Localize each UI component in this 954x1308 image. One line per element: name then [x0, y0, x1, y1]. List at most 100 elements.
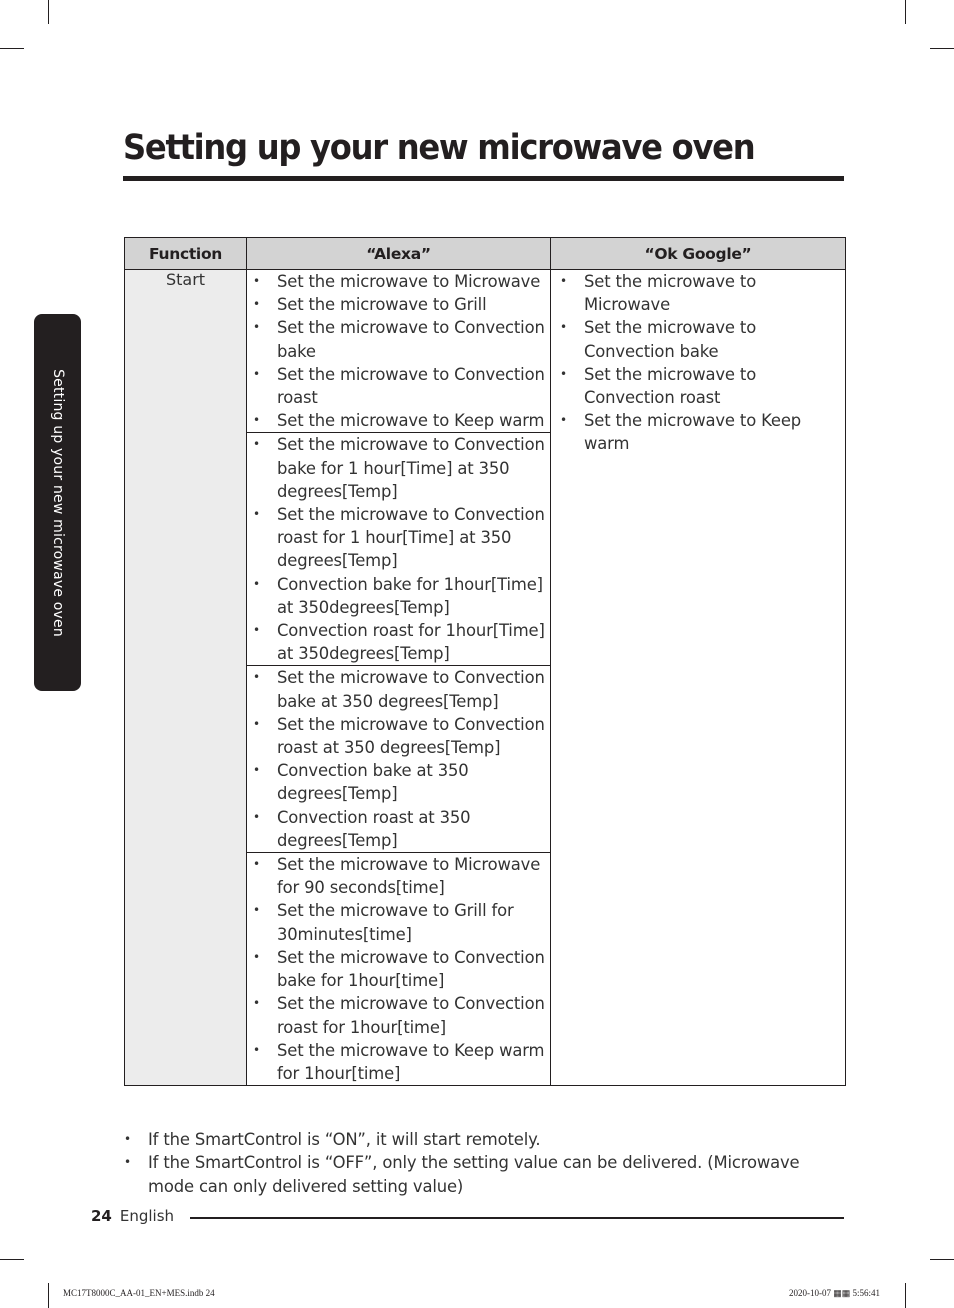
- list-item: • Set the microwave to Convection bake fo…: [247, 433, 550, 503]
- function-cell: Start: [124, 268, 247, 1087]
- list-item-text: Set the microwave to Keep warm for 1hour…: [277, 1040, 545, 1083]
- list-item-text: Set the microwave to Convection bake for…: [277, 435, 545, 501]
- bullet-icon: •: [253, 576, 260, 591]
- crop-mark: [905, 0, 906, 24]
- list-item: • Set the microwave to Grill for 30minute…: [247, 899, 550, 945]
- table-header-row: Function “Alexa” “Ok Google”: [124, 237, 846, 270]
- bullet-icon: •: [253, 809, 260, 824]
- page-number: 24: [91, 1207, 112, 1225]
- notes: • If the SmartControl is “ON”, it will st…: [124, 1128, 824, 1198]
- alexa-command-list: • Set the microwave to Microwave • Set the …: [247, 270, 550, 432]
- bullet-icon: •: [253, 297, 260, 312]
- print-slug-file: MC17T8000C_AA-01_EN+MES.indb 24: [63, 1288, 215, 1298]
- list-item-text: Set the microwave to Grill: [277, 295, 487, 315]
- list-item: • Set the microwave to Convection roast f…: [247, 503, 550, 573]
- list-item: • Set the microwave to Keep warm: [554, 409, 845, 455]
- list-item-text: Set the microwave to Convection bake: [277, 318, 545, 361]
- list-item-text: Set the microwave to Convection bake at …: [277, 668, 545, 711]
- alexa-cell: • Set the microwave to Microwave • Set the …: [246, 268, 551, 434]
- list-item-text: Set the microwave to Keep warm: [584, 411, 802, 454]
- list-item: • Set the microwave to Convection roast f…: [247, 992, 550, 1038]
- crop-mark: [0, 48, 24, 49]
- ok-google-cell: • Set the microwave to Microwave • Set the …: [550, 268, 846, 1087]
- list-item: • Set the microwave to Convection roast: [247, 363, 550, 409]
- crop-mark: [930, 48, 954, 49]
- bullet-icon: •: [253, 413, 260, 428]
- crop-mark: [930, 1259, 954, 1260]
- footer-rule: [190, 1217, 844, 1219]
- bullet-icon: •: [253, 366, 260, 381]
- alexa-cell: • Set the microwave to Microwave for 90 s…: [246, 852, 551, 1087]
- list-item: • Convection roast for 1hour[Time] at 350…: [247, 619, 550, 665]
- header-function: Function: [124, 237, 247, 270]
- list-item-text: Set the microwave to Convection roast at…: [277, 714, 545, 758]
- page-footer: 24 English: [91, 1207, 174, 1225]
- crop-mark: [0, 1259, 24, 1260]
- crop-mark: [48, 0, 49, 24]
- alexa-command-list: • Set the microwave to Microwave for 90 s…: [247, 853, 550, 1085]
- list-item-text: Set the microwave to Keep warm: [277, 411, 545, 431]
- bullet-icon: •: [253, 320, 260, 335]
- bullet-icon: •: [253, 623, 260, 638]
- list-item: • Set the microwave to Microwave: [247, 270, 550, 293]
- list-item-text: Convection bake at 350 degrees[Temp]: [277, 761, 469, 804]
- list-item-text: Set the microwave to Convection roast: [277, 364, 545, 408]
- bullet-icon: •: [253, 996, 260, 1011]
- bullet-icon: •: [253, 857, 260, 872]
- list-item: • Convection bake at 350 degrees[Temp]: [247, 759, 550, 805]
- notes-list: • If the SmartControl is “ON”, it will st…: [124, 1128, 824, 1198]
- header-ok-google: “Ok Google”: [550, 237, 846, 270]
- crop-mark: [48, 1283, 49, 1308]
- header-alexa: “Alexa”: [246, 237, 551, 270]
- table-row: Start • Set the microwave to Microwave • Set…: [124, 268, 846, 1087]
- bullet-icon: •: [560, 274, 567, 288]
- ok-google-command-list: • Set the microwave to Microwave • Set the …: [551, 270, 845, 456]
- bullet-icon: •: [253, 507, 260, 522]
- page-language: English: [119, 1207, 175, 1225]
- bullet-icon: •: [560, 320, 567, 335]
- list-item-text: Set the microwave to Convection bake for…: [277, 947, 545, 991]
- list-item: • Set the microwave to Convection roast a…: [247, 713, 550, 759]
- list-item-text: Set the microwave to Microwave: [277, 272, 541, 291]
- note-text: If the SmartControl is “OFF”, only the s…: [148, 1153, 800, 1196]
- list-item: • Set the microwave to Microwave: [554, 270, 845, 316]
- list-item-text: Convection roast for 1hour[Time] at 350d…: [277, 621, 545, 664]
- note-item: • If the SmartControl is “ON”, it will st…: [124, 1128, 824, 1151]
- list-item: • Set the microwave to Convection bake fo…: [247, 946, 550, 992]
- alexa-cell: • Set the microwave to Convection bake fo…: [246, 432, 551, 667]
- list-item: • Set the microwave to Convection roast: [554, 363, 845, 409]
- print-slug-date: 2020-10-07 ▦▦ 5:56:41: [789, 1288, 881, 1298]
- list-item: • Convection bake for 1hour[Time] at 350d…: [247, 573, 550, 619]
- list-item: • Set the microwave to Microwave for 90 s…: [247, 853, 550, 899]
- bullet-icon: •: [253, 670, 260, 685]
- bullet-icon: •: [560, 366, 567, 381]
- bullet-icon: •: [253, 274, 260, 288]
- note-item: • If the SmartControl is “OFF”, only the …: [124, 1151, 824, 1198]
- page-title: Setting up your new microwave oven: [123, 128, 756, 168]
- list-item-text: Convection bake for 1hour[Time] at 350de…: [277, 574, 543, 617]
- section-side-tab: Setting up your new microwave oven: [34, 314, 81, 691]
- bullet-icon: •: [560, 413, 567, 428]
- list-item-text: Set the microwave to Convection roast: [584, 364, 757, 408]
- list-item-text: Set the microwave to Grill for 30minutes…: [277, 901, 514, 944]
- list-item-text: Set the microwave to Convection bake: [584, 318, 757, 361]
- list-item: • Set the microwave to Keep warm: [247, 409, 550, 432]
- voice-command-table: Function “Alexa” “Ok Google” Start • Set t…: [124, 237, 846, 1087]
- bullet-icon: •: [253, 763, 260, 778]
- list-item: • Set the microwave to Grill: [247, 293, 550, 316]
- list-item: • Set the microwave to Keep warm for 1hou…: [247, 1039, 550, 1085]
- alexa-command-list: • Set the microwave to Convection bake at…: [247, 666, 550, 852]
- crop-mark: [905, 1283, 906, 1308]
- list-item-text: Convection roast at 350 degrees[Temp]: [277, 807, 471, 850]
- list-item-text: Set the microwave to Microwave for 90 se…: [277, 855, 541, 898]
- list-item: • Set the microwave to Convection bake: [247, 316, 550, 362]
- bullet-icon: •: [253, 949, 260, 964]
- bullet-icon: •: [253, 903, 260, 918]
- note-text: If the SmartControl is “ON”, it will sta…: [148, 1130, 541, 1149]
- list-item-text: Set the microwave to Convection roast fo…: [277, 994, 545, 1037]
- bullet-icon: •: [253, 437, 260, 452]
- bullet-icon: •: [124, 1132, 131, 1146]
- alexa-command-list: • Set the microwave to Convection bake fo…: [247, 433, 550, 665]
- list-item: • Set the microwave to Convection bake: [554, 316, 845, 362]
- list-item: • Convection roast at 350 degrees[Temp]: [247, 806, 550, 852]
